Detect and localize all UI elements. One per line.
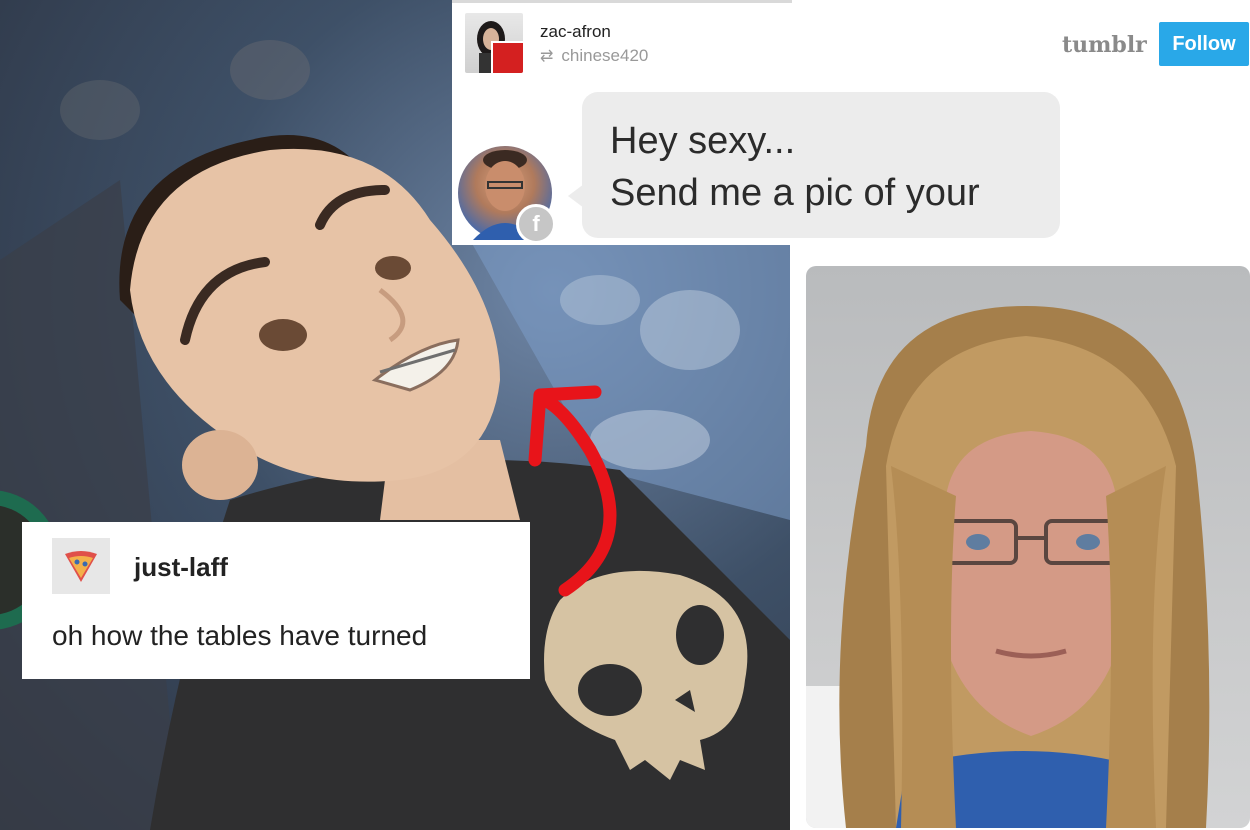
pizza-icon[interactable]: [52, 538, 110, 594]
pizza-avatar-graphic: [65, 551, 97, 582]
post-username[interactable]: zac-afron: [540, 22, 611, 42]
tumblr-post-card: zac-afron ⇄ chinese420 tumblr Follow f H…: [452, 0, 1250, 245]
caption-username[interactable]: just-laff: [134, 552, 228, 583]
facebook-icon: f: [516, 204, 556, 244]
user-avatar[interactable]: [465, 13, 523, 73]
reblog-icon: ⇄: [540, 48, 554, 65]
portrait-illustration: [806, 306, 1210, 828]
message-line-2: Send me a pic of your: [610, 172, 980, 214]
caption-post-card: just-laff oh how the tables have turned: [22, 522, 530, 679]
message-line-1: Hey sexy...: [610, 120, 796, 162]
reblog-avatar-badge: [491, 41, 523, 73]
caption-text: oh how the tables have turned: [52, 620, 428, 651]
follow-button[interactable]: Follow: [1159, 22, 1249, 66]
reblog-row: ⇄ chinese420: [540, 46, 648, 66]
divider: [452, 0, 792, 3]
wig-portrait-photo: [806, 266, 1250, 828]
tumblr-logo[interactable]: tumblr: [1062, 32, 1147, 58]
chat-message-bubble: Hey sexy... Send me a pic of your: [568, 92, 1060, 238]
sender-avatar: f: [458, 146, 556, 244]
reblogged-from[interactable]: chinese420: [561, 46, 648, 66]
